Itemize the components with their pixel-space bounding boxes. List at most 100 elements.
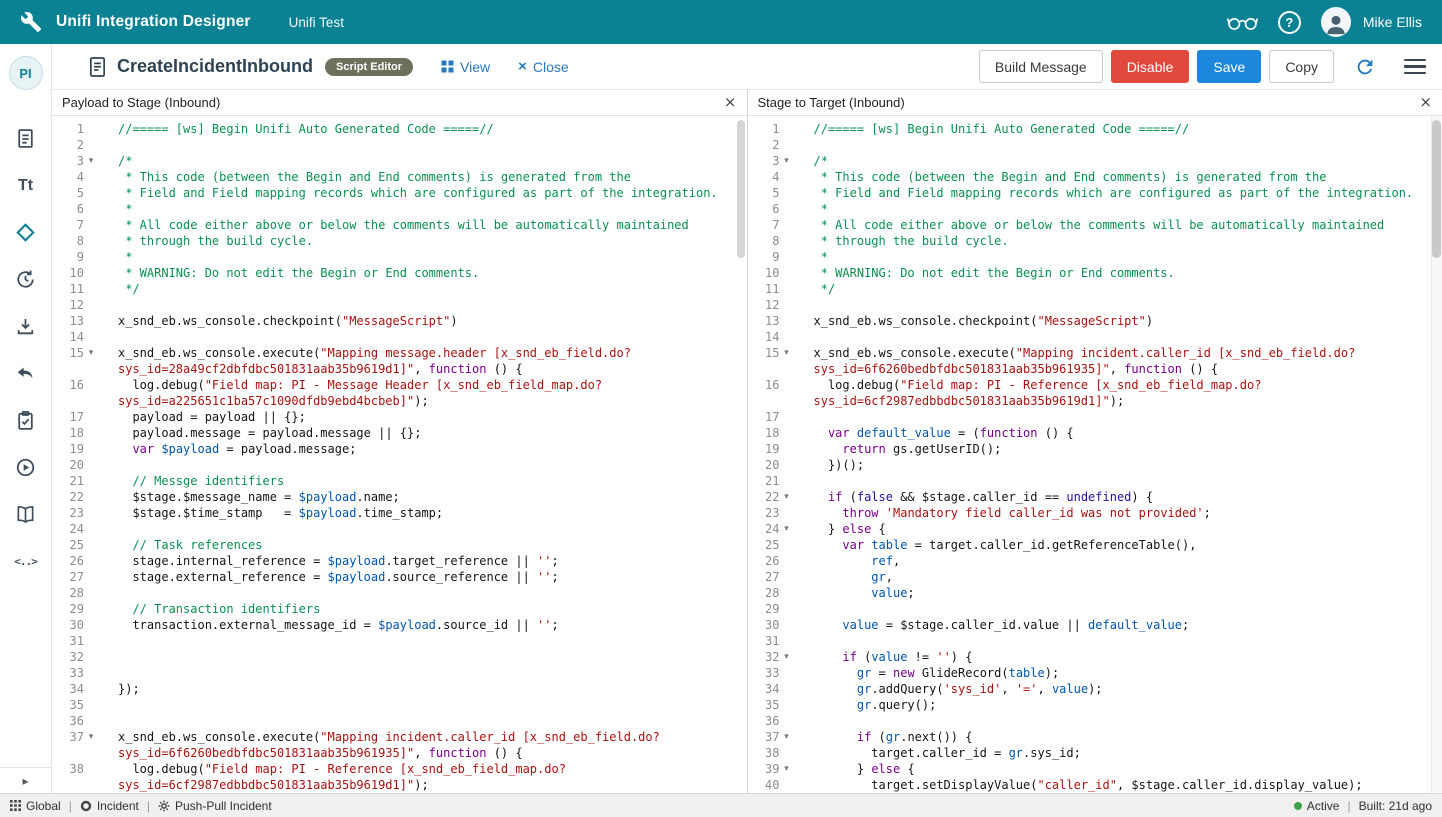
scrollbar-thumb[interactable] (1432, 120, 1441, 258)
code-line[interactable]: 21 (748, 473, 1442, 489)
code-line[interactable]: 38 log.debug("Field map: PI - Reference … (52, 761, 747, 793)
code-line[interactable]: 30 value = $stage.caller_id.value || def… (748, 617, 1442, 633)
code-line[interactable]: 27 stage.external_reference = $payload.s… (52, 569, 747, 585)
code-line[interactable]: 2 (52, 137, 747, 153)
sidebar-item-code[interactable]: <..> (14, 551, 37, 572)
code-line[interactable]: 34}); (52, 681, 747, 697)
code-line[interactable]: 18 payload.message = payload.message || … (52, 425, 747, 441)
code-line[interactable]: 22 $stage.$message_name = $payload.name; (52, 489, 747, 505)
code-line[interactable]: 13x_snd_eb.ws_console.checkpoint("Messag… (748, 313, 1442, 329)
copy-button[interactable]: Copy (1269, 50, 1334, 83)
code-line[interactable]: 35 gr.query(); (748, 697, 1442, 713)
code-line[interactable]: 26 ref, (748, 553, 1442, 569)
code-line[interactable]: 1//===== [ws] Begin Unifi Auto Generated… (52, 121, 747, 137)
scrollbar-thumb[interactable] (737, 120, 745, 258)
code-line[interactable]: 33 (52, 665, 747, 681)
code-line[interactable]: 29 // Transaction identifiers (52, 601, 747, 617)
panel-close-icon[interactable]: × (724, 95, 737, 110)
code-line[interactable]: 4 * This code (between the Begin and End… (748, 169, 1442, 185)
fold-arrow-icon[interactable]: ▾ (84, 345, 98, 361)
sidebar-item-text[interactable]: Tt (18, 175, 33, 196)
code-line[interactable]: 22▾ if (false && $stage.caller_id == und… (748, 489, 1442, 505)
code-line[interactable]: 31 (52, 633, 747, 649)
code-line[interactable]: 6 * (52, 201, 747, 217)
code-line[interactable]: 24 (52, 521, 747, 537)
code-line[interactable]: 12 (52, 297, 747, 313)
code-line[interactable]: 20 (52, 457, 747, 473)
code-line[interactable]: 29 (748, 601, 1442, 617)
process-avatar[interactable]: PI (9, 56, 43, 90)
code-line[interactable]: 37▾ if (gr.next()) { (748, 729, 1442, 745)
code-line[interactable]: 5 * Field and Field mapping records whic… (52, 185, 747, 201)
fold-arrow-icon[interactable]: ▾ (780, 345, 794, 361)
code-line[interactable]: 10 * WARNING: Do not edit the Begin or E… (748, 265, 1442, 281)
sidebar-item-docs[interactable] (15, 504, 36, 525)
code-line[interactable]: 16 log.debug("Field map: PI - Message He… (52, 377, 747, 409)
code-line[interactable]: 15▾x_snd_eb.ws_console.execute("Mapping … (748, 345, 1442, 377)
fold-arrow-icon[interactable]: ▾ (780, 521, 794, 537)
sidebar-item-history[interactable] (15, 269, 36, 290)
code-line[interactable]: 17 (748, 409, 1442, 425)
code-line[interactable]: 39▾ } else { (748, 761, 1442, 777)
code-line[interactable]: 14 (748, 329, 1442, 345)
code-line[interactable]: 25 // Task references (52, 537, 747, 553)
code-line[interactable]: 8 * through the build cycle. (748, 233, 1442, 249)
sidebar-item-fields[interactable] (15, 128, 36, 149)
sidebar-item-import[interactable] (15, 316, 36, 337)
code-line[interactable]: 16 log.debug("Field map: PI - Reference … (748, 377, 1442, 409)
refresh-icon[interactable] (1354, 56, 1376, 78)
user-name[interactable]: Mike Ellis (1363, 14, 1422, 30)
scope-selector[interactable]: Global (10, 799, 61, 813)
code-line[interactable]: 13x_snd_eb.ws_console.checkpoint("Messag… (52, 313, 747, 329)
fold-arrow-icon[interactable]: ▾ (780, 649, 794, 665)
close-button[interactable]: × Close (518, 59, 569, 75)
code-line[interactable]: 30 transaction.external_message_id = $pa… (52, 617, 747, 633)
help-icon[interactable]: ? (1278, 11, 1301, 34)
code-line[interactable]: 31 (748, 633, 1442, 649)
code-editor-stage-to-target[interactable]: 1//===== [ws] Begin Unifi Auto Generated… (748, 116, 1442, 793)
fold-arrow-icon[interactable]: ▾ (84, 153, 98, 169)
code-line[interactable]: 7 * All code either above or below the c… (52, 217, 747, 233)
build-message-button[interactable]: Build Message (979, 50, 1103, 83)
fold-arrow-icon[interactable]: ▾ (84, 729, 98, 745)
code-line[interactable]: 17 payload = payload || {}; (52, 409, 747, 425)
sidebar-item-integration[interactable] (15, 222, 36, 243)
code-line[interactable]: 33 gr = new GlideRecord(table); (748, 665, 1442, 681)
code-line[interactable]: 5 * Field and Field mapping records whic… (748, 185, 1442, 201)
integration-selector[interactable]: Push-Pull Incident (158, 799, 272, 813)
sidebar-item-run[interactable] (15, 457, 36, 478)
code-line[interactable]: 3▾/* (52, 153, 747, 169)
code-line[interactable]: 8 * through the build cycle. (52, 233, 747, 249)
code-line[interactable]: 14 (52, 329, 747, 345)
code-line[interactable]: 25 var table = target.caller_id.getRefer… (748, 537, 1442, 553)
process-selector[interactable]: Incident (80, 799, 139, 813)
code-line[interactable]: 4 * This code (between the Begin and End… (52, 169, 747, 185)
code-line[interactable]: 23 $stage.$time_stamp = $payload.time_st… (52, 505, 747, 521)
code-line[interactable]: 34 gr.addQuery('sys_id', '=', value); (748, 681, 1442, 697)
panel-close-icon[interactable]: × (1419, 95, 1432, 110)
code-line[interactable]: 32 (52, 649, 747, 665)
code-line[interactable]: 6 * (748, 201, 1442, 217)
code-line[interactable]: 20 })(); (748, 457, 1442, 473)
code-line[interactable]: 38 target.caller_id = gr.sys_id; (748, 745, 1442, 761)
code-line[interactable]: 28 value; (748, 585, 1442, 601)
app-subtitle[interactable]: Unifi Test (289, 15, 344, 30)
fold-arrow-icon[interactable]: ▾ (780, 729, 794, 745)
save-button[interactable]: Save (1197, 50, 1261, 83)
sidebar-item-undo[interactable] (15, 363, 36, 384)
user-avatar-icon[interactable] (1321, 7, 1351, 37)
code-line[interactable]: 37▾x_snd_eb.ws_console.execute("Mapping … (52, 729, 747, 761)
code-line[interactable]: 18 var default_value = (function () { (748, 425, 1442, 441)
view-button[interactable]: View (441, 59, 490, 75)
code-line[interactable]: 36 (52, 713, 747, 729)
code-line[interactable]: 3▾/* (748, 153, 1442, 169)
disable-button[interactable]: Disable (1111, 50, 1190, 83)
code-line[interactable]: 23 throw 'Mandatory field caller_id was … (748, 505, 1442, 521)
menu-hamburger-icon[interactable] (1404, 59, 1426, 75)
code-line[interactable]: 12 (748, 297, 1442, 313)
code-line[interactable]: 32▾ if (value != '') { (748, 649, 1442, 665)
code-line[interactable]: 36 (748, 713, 1442, 729)
code-line[interactable]: 28 (52, 585, 747, 601)
diagnostics-glasses-icon[interactable] (1227, 13, 1258, 31)
sidebar-item-tasks[interactable] (15, 410, 36, 431)
